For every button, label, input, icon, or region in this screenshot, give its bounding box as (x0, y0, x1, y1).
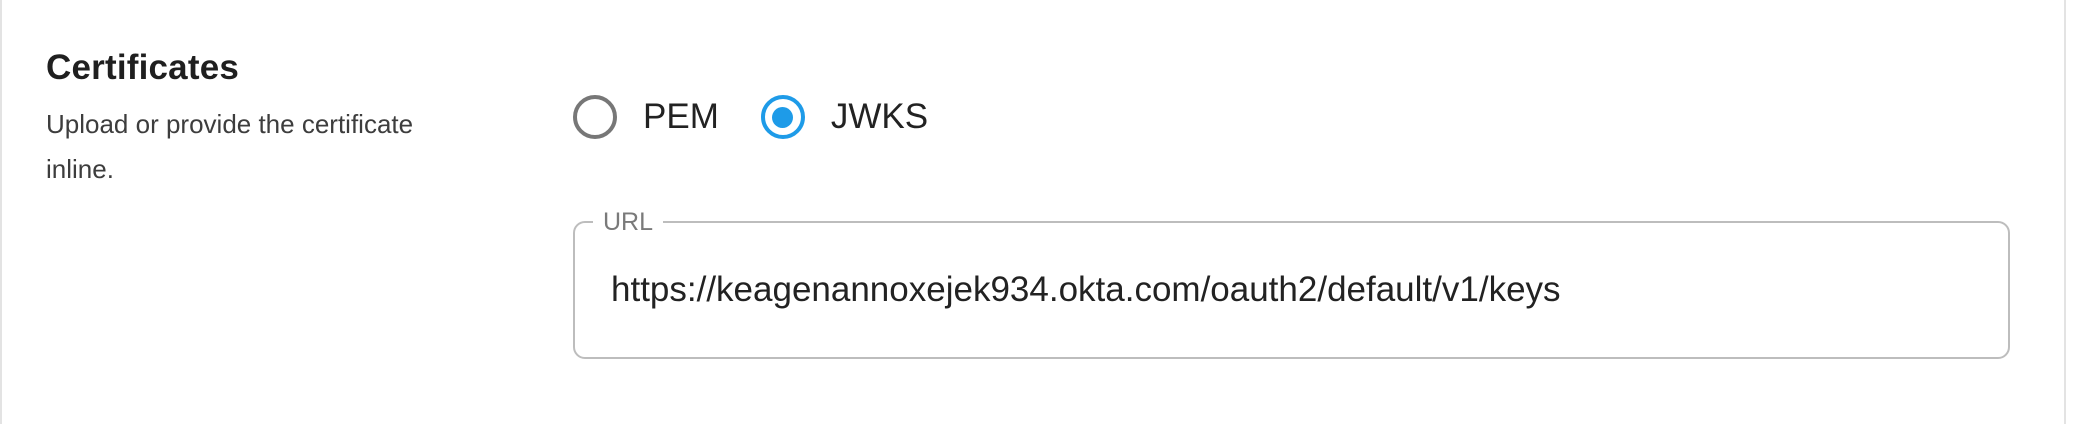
section-title: Certificates (46, 48, 240, 87)
certificates-panel: Certificates Upload or provide the certi… (0, 0, 2066, 424)
radio-option-pem[interactable]: PEM (573, 95, 719, 139)
radio-label-jwks: JWKS (830, 97, 929, 136)
radio-jwks-selected-icon[interactable] (760, 95, 805, 139)
certificate-format-radio-group: PEM JWKS (573, 92, 928, 142)
url-field-label: URL (593, 208, 664, 236)
radio-option-jwks[interactable]: JWKS (760, 95, 929, 139)
radio-pem-unselected-icon[interactable] (573, 95, 617, 139)
radio-label-pem: PEM (643, 97, 719, 136)
url-input[interactable]: URL https://keagenannoxejek934.okta.com/… (573, 208, 2010, 359)
url-field-value[interactable]: https://keagenannoxejek934.okta.com/oaut… (611, 270, 1561, 310)
section-description: Upload or provide the certificate inline… (46, 109, 414, 184)
